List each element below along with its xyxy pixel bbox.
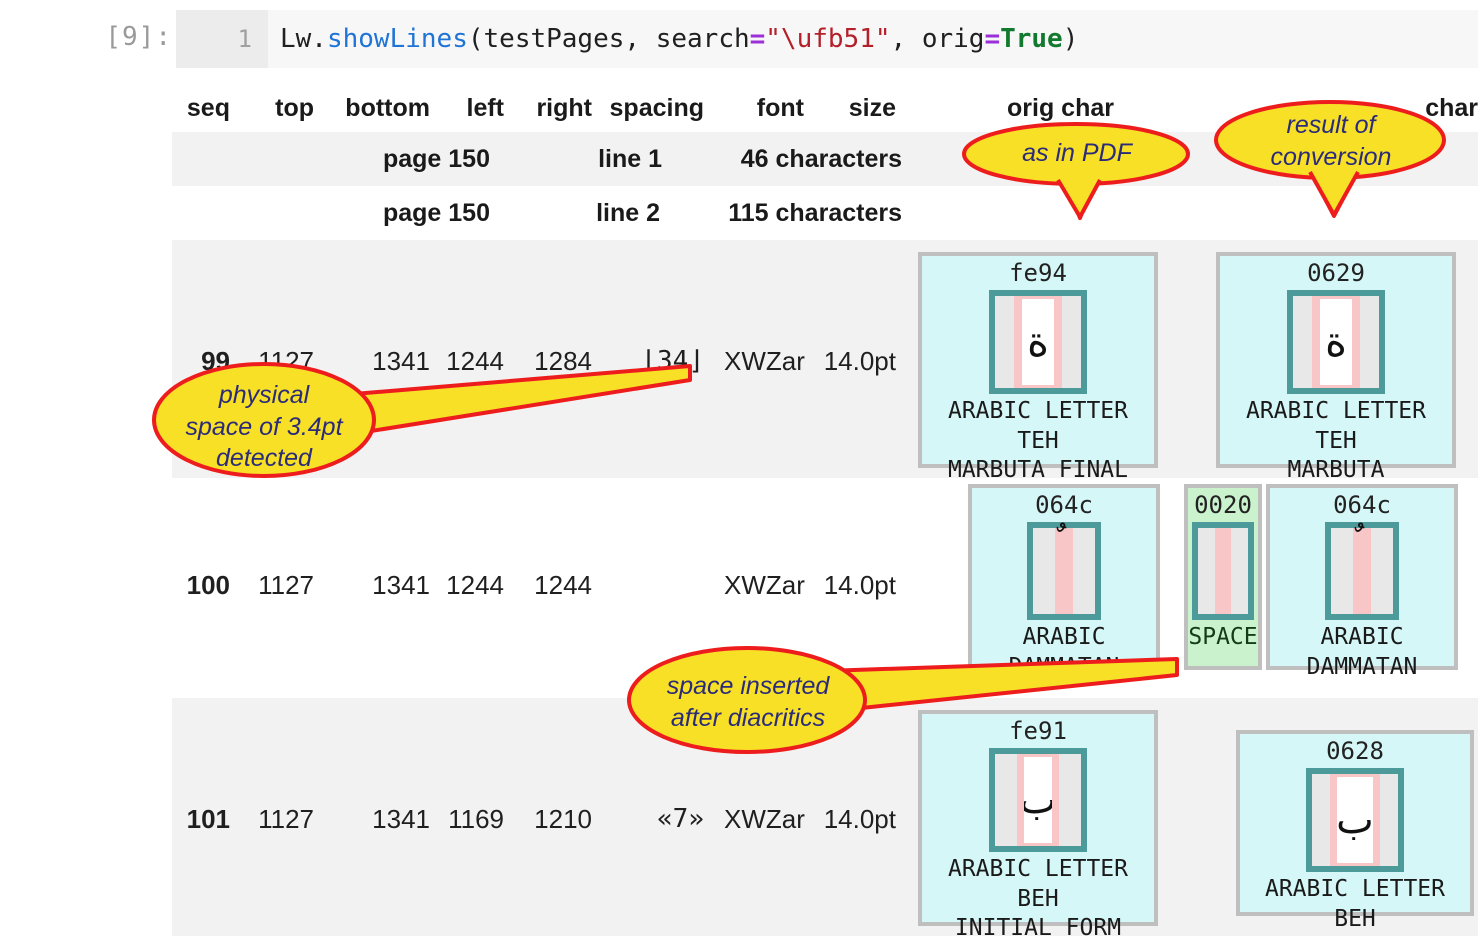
cell-right: 1210 [534,804,592,834]
code-token-object: Lw. [280,24,327,54]
char-codepoint-label: 0020 [1194,491,1252,519]
code-token-function: showLines [326,24,468,54]
char-unicode-name: ARABIC LETTER BEH INITIAL FORM [947,856,1128,942]
cell-top: 1127 [258,570,314,600]
char-codepoint-label: 0629 [1307,259,1365,287]
char-unicode-name: ARABIC LETTER BEH [1264,876,1445,932]
glyph-art-frame: ة [1287,290,1385,395]
glyph-char: ب [1024,777,1052,824]
cell-right: 1244 [534,570,592,600]
cell-size: 14.0pt [823,570,896,600]
cell-font: XWZar [724,570,805,600]
code-token-string: "\ufb51" [765,24,891,54]
line-info-chars: 115 characters [728,199,902,227]
glyph-char: ة [1026,317,1049,367]
line-info-line: line 2 [596,199,660,227]
callout-result-of-conversion: result of conversion [1212,96,1456,224]
code-line-1: Lw.showLines(testPages, search="\ufb51",… [280,10,1078,68]
code-token-equals-2: = [984,24,1001,54]
cell-top: 1127 [258,804,314,834]
cell-bottom: 1341 [372,570,430,600]
glyph-art-frame: ٌ [1325,522,1399,621]
orig-char-cell[interactable]: 064c ٌ ARABIC DAMMATAN [968,484,1160,680]
column-header-top: top [275,94,314,122]
line-info-chars: 46 characters [740,145,902,173]
callout-physical-space: physical space of 3.4pt detected [150,358,710,508]
callout-bubble-shape [627,646,1179,754]
code-editor-area[interactable]: Lw.showLines(testPages, search="\ufb51",… [268,10,1478,68]
glyph-art-frame [1192,522,1254,621]
cell-font: XWZar [724,346,805,376]
column-header-right: right [536,94,592,122]
glyph-inner-area: ة [1320,299,1352,386]
converted-char-cell[interactable]: 0629 ة ARABIC LETTER TEH MARBUTA [1216,252,1456,483]
line-info-page: page 150 [382,145,490,173]
char-unicode-name: ARABIC LETTER TEH MARBUTA [1245,398,1426,484]
space-char-cell[interactable]: 0020 SPACE [1184,484,1262,670]
orig-char-cell[interactable]: fe94 ة ARABIC LETTER TEH MARBUTA FINAL F… [918,252,1158,513]
glyph-inner-area: ب [1337,777,1373,864]
glyph-band: ب [1017,754,1059,847]
code-token-args: (testPages, search [467,24,750,54]
glyph-band: ة [1312,296,1360,389]
cell-size: 14.0pt [823,804,896,834]
cell-bottom: 1341 [372,804,430,834]
code-line-number-gutter: 1 [176,10,268,68]
char-codepoint-label: 064c [1333,491,1391,519]
cell-prompt-label: [9]: [105,22,172,52]
column-header-seq: seq [186,94,230,122]
cell-seq: 101 [186,804,230,834]
glyph-band: ٌ [1055,528,1073,615]
char-unicode-name: ARABIC DAMMATAN [1306,624,1418,680]
cell-size: 14.0pt [823,346,896,376]
glyph-art-frame: ة [989,290,1087,395]
char-unicode-name: SPACE [1188,624,1258,651]
callout-bubble-shape [152,362,692,478]
line-info-line: line 1 [598,145,662,173]
cell-seq: 100 [186,570,230,600]
line-info-page: page 150 [382,199,490,227]
code-token-equals-1: = [749,24,766,54]
char-codepoint-label: fe94 [1009,259,1067,287]
column-header-size: size [848,94,896,122]
converted-char-cell[interactable]: 0628 ب ARABIC LETTER BEH [1236,730,1474,932]
code-token-close-paren: ) [1062,24,1079,54]
cell-spacing: «7» [657,804,704,834]
cell-left: 1244 [446,570,504,600]
notebook-code-cell: [9]: 1 Lw.showLines(testPages, search="\… [0,0,1478,78]
callout-as-in-pdf: as in PDF [958,118,1202,228]
glyph-band: ة [1014,296,1062,389]
callout-bubble-shape [962,122,1190,220]
glyph-char: ة [1324,317,1347,367]
callout-space-inserted: space inserted after diacritics [625,645,1185,767]
char-codepoint-label: 0628 [1326,737,1384,765]
column-header-left: left [466,94,505,122]
glyph-band: ٌ [1353,528,1371,615]
column-header-font: font [756,94,804,122]
glyph-art-frame: ٌ [1027,522,1101,621]
column-header-bottom: bottom [345,94,430,122]
glyph-band [1215,528,1231,615]
converted-char-cell[interactable]: 064c ٌ ARABIC DAMMATAN [1266,484,1458,680]
glyph-char: ب [1337,797,1373,844]
callout-bubble-shape [1214,100,1446,218]
column-header-spacing: spacing [609,94,704,122]
glyph-art-frame: ب [1306,768,1404,873]
cell-left: 1169 [448,804,504,834]
code-token-args-2: , orig [890,24,985,54]
char-codepoint-label: 064c [1035,491,1093,519]
glyph-inner-area: ة [1022,299,1054,386]
glyph-band: ب [1330,774,1380,867]
cell-font: XWZar [724,804,805,834]
glyph-inner-area: ب [1024,757,1052,844]
code-token-keyword-true: True [1000,24,1063,54]
